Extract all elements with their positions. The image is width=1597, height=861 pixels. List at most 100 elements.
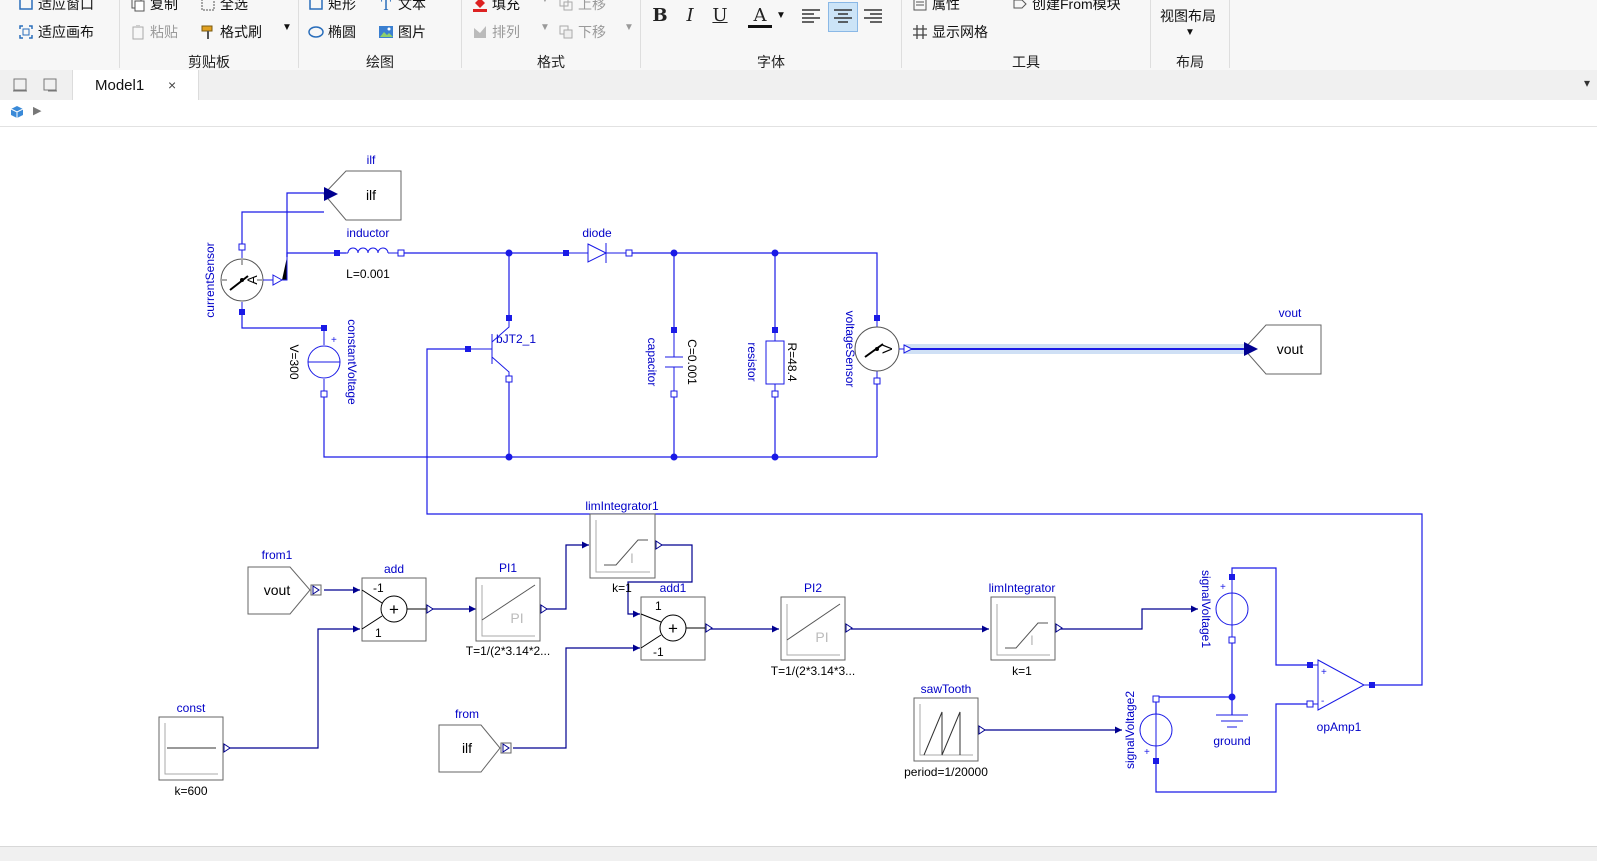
new-window-icon[interactable] (12, 77, 28, 98)
tab-model1[interactable]: Model1 × (72, 70, 199, 100)
signal-voltage2-component[interactable]: signalVoltage2 + (1123, 691, 1173, 769)
move-up-button[interactable]: 上移 (558, 0, 606, 14)
op-amp1-component[interactable]: opAmp1 + - (1306, 659, 1375, 734)
ilf-goto-label: ilf (367, 153, 376, 167)
add-in2-sign: 1 (375, 626, 382, 640)
fit-window-button[interactable]: 适应窗口 (18, 0, 94, 14)
lim-integrator-param: k=1 (1012, 664, 1032, 678)
align-center-button[interactable] (828, 2, 858, 32)
model-cube-icon[interactable] (10, 105, 24, 124)
ground-label: ground (1213, 734, 1250, 748)
lim-integrator1-label: limIntegrator1 (585, 499, 659, 513)
breadcrumb-expand-icon[interactable]: ▶ (33, 104, 41, 117)
fill-dropdown-icon[interactable]: ▼ (540, 0, 550, 5)
inductor-label: inductor (347, 226, 390, 240)
properties-icon (912, 0, 928, 12)
tab-close-icon[interactable]: × (168, 77, 176, 93)
ilf-goto-block[interactable]: ilf ilf (323, 153, 402, 221)
lim-integrator-block[interactable]: limIntegrator I k=1 (989, 581, 1063, 678)
status-bar (0, 846, 1597, 861)
signal-voltage1-component[interactable]: signalVoltage1 + (1199, 570, 1249, 648)
text-button[interactable]: T 文本 (378, 0, 426, 14)
resistor-param: R=48.4 (785, 342, 799, 381)
vout-goto-block[interactable]: vout vout (1243, 306, 1322, 375)
diagram-canvas[interactable]: ilf ilf inductor L=0.001 diode currentSe… (6, 127, 1597, 844)
font-group-title: 字体 (757, 54, 785, 70)
move-down-button[interactable]: 下移 (558, 22, 606, 42)
cv-plus-sign: + (331, 335, 337, 346)
copy-button[interactable]: 复制 (130, 0, 178, 14)
capacitor-param: C=0.001 (685, 339, 699, 385)
const-block[interactable]: const k=600 (158, 701, 231, 798)
capacitor-component[interactable]: capacitor C=0.001 (645, 327, 699, 398)
text-icon: T (378, 0, 394, 14)
restore-window-icon[interactable] (42, 77, 58, 98)
align-right-button[interactable] (860, 4, 886, 30)
pi2-glyph: PI (815, 629, 828, 645)
ellipse-button[interactable]: 椭圆 (308, 22, 356, 42)
lim-integrator1-param: k=1 (612, 581, 632, 595)
diode-component[interactable]: diode (563, 226, 633, 263)
fill-button[interactable]: 填充 (472, 0, 520, 14)
add-block[interactable]: add + -1 1 (361, 562, 434, 642)
current-sensor-component[interactable]: currentSensor A (203, 242, 288, 318)
font-color-dropdown-icon[interactable]: ▼ (776, 10, 786, 21)
inductor-param: L=0.001 (346, 267, 390, 281)
create-from-button[interactable]: 创建From模块 (1012, 0, 1121, 14)
bold-button[interactable]: B (648, 4, 672, 28)
vout-wire-selected[interactable] (904, 344, 1259, 354)
voltage-sensor-component[interactable]: voltageSensor V (843, 311, 914, 388)
ribbon-separator (1229, 0, 1230, 68)
current-sensor-label: currentSensor (203, 242, 217, 317)
show-grid-button[interactable]: 显示网格 (912, 22, 988, 42)
constant-voltage-component[interactable]: constantVoltage V=300 + (287, 319, 359, 405)
properties-button[interactable]: 属性 (912, 0, 960, 14)
create-from-icon (1012, 0, 1028, 12)
opamp-minus-sign: - (1321, 696, 1324, 707)
bjt-component[interactable]: bJT2_1 (465, 315, 536, 383)
italic-button[interactable]: I (678, 4, 702, 28)
const-label: const (177, 701, 206, 715)
pi2-param: T=1/(2*3.14*3... (771, 664, 855, 678)
picture-button[interactable]: 图片 (378, 22, 426, 42)
add-in1-sign: -1 (373, 581, 384, 595)
pi1-block[interactable]: PI1 PI T=1/(2*3.14*2... (466, 561, 550, 658)
arrange-dropdown-icon[interactable]: ▼ (540, 22, 550, 33)
add1-label: add1 (660, 581, 687, 595)
ground-component[interactable]: ground (1213, 714, 1251, 748)
view-layout-dropdown-icon[interactable]: ▼ (1185, 27, 1195, 38)
add1-block[interactable]: add1 + 1 -1 (640, 581, 713, 661)
pi2-block[interactable]: PI2 PI T=1/(2*3.14*3... (771, 581, 855, 678)
paste-icon (130, 24, 146, 40)
vout-goto-text: vout (1277, 341, 1304, 357)
saw-tooth-param: period=1/20000 (904, 765, 988, 779)
op-amp1-label: opAmp1 (1317, 720, 1362, 734)
from1-block[interactable]: from1 vout (247, 548, 322, 615)
rectangle-button[interactable]: 矩形 (308, 0, 356, 14)
font-color-button[interactable]: A (748, 4, 772, 28)
fit-canvas-button[interactable]: 适应画布 (18, 22, 94, 42)
add1-in2-sign: -1 (653, 645, 664, 659)
move-down-dropdown-icon[interactable]: ▼ (624, 22, 634, 33)
format-painter-button[interactable]: 格式刷 (200, 22, 262, 42)
pi1-param: T=1/(2*3.14*2... (466, 644, 550, 658)
paste-button[interactable]: 粘贴 (130, 22, 178, 42)
resistor-component[interactable]: resistor R=48.4 (745, 327, 799, 398)
bjt-label: bJT2_1 (496, 332, 536, 346)
draw-group-title: 绘图 (366, 54, 394, 70)
tab-overflow-icon[interactable]: ▾ (1584, 76, 1590, 90)
inductor-component[interactable]: inductor L=0.001 (334, 226, 405, 281)
sv2-plus-sign: + (1144, 747, 1150, 758)
underline-button[interactable]: U (708, 4, 732, 28)
align-left-button[interactable] (798, 4, 824, 30)
from-block[interactable]: from ilf (438, 707, 512, 773)
select-all-button[interactable]: 全选 (200, 0, 248, 14)
arrange-button[interactable]: 排列 (472, 22, 520, 42)
sv1-plus-sign: + (1220, 582, 1226, 593)
grid-icon (912, 24, 928, 40)
saw-tooth-block[interactable]: sawTooth period=1/20000 (904, 682, 988, 779)
add-label: add (384, 562, 404, 576)
format-painter-dropdown-icon[interactable]: ▼ (282, 22, 292, 33)
view-layout-button[interactable]: 视图布局 (1160, 6, 1216, 26)
format-group-title: 格式 (537, 54, 565, 70)
